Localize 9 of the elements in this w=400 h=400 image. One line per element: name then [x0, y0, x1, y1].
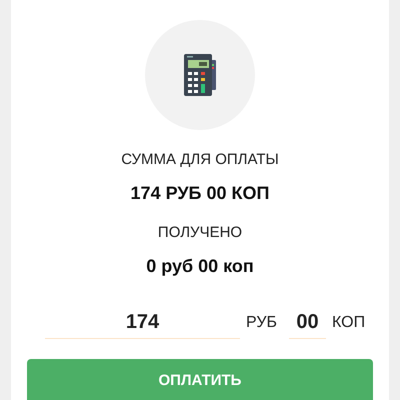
received-label: ПОЛУЧЕНО — [158, 224, 242, 242]
received-value: 0 руб 00 коп — [146, 256, 254, 278]
kopecks-input[interactable]: 00 — [288, 307, 326, 339]
rubles-unit: РУБ — [246, 314, 277, 332]
rubles-input[interactable]: 174 — [45, 307, 240, 339]
card-terminal-icon — [183, 53, 217, 97]
kopecks-unit: КОП — [332, 314, 366, 332]
amount-label: СУММА ДЛЯ ОПЛАТЫ — [121, 151, 279, 169]
amount-value: 174 РУБ 00 КОП — [130, 183, 270, 205]
